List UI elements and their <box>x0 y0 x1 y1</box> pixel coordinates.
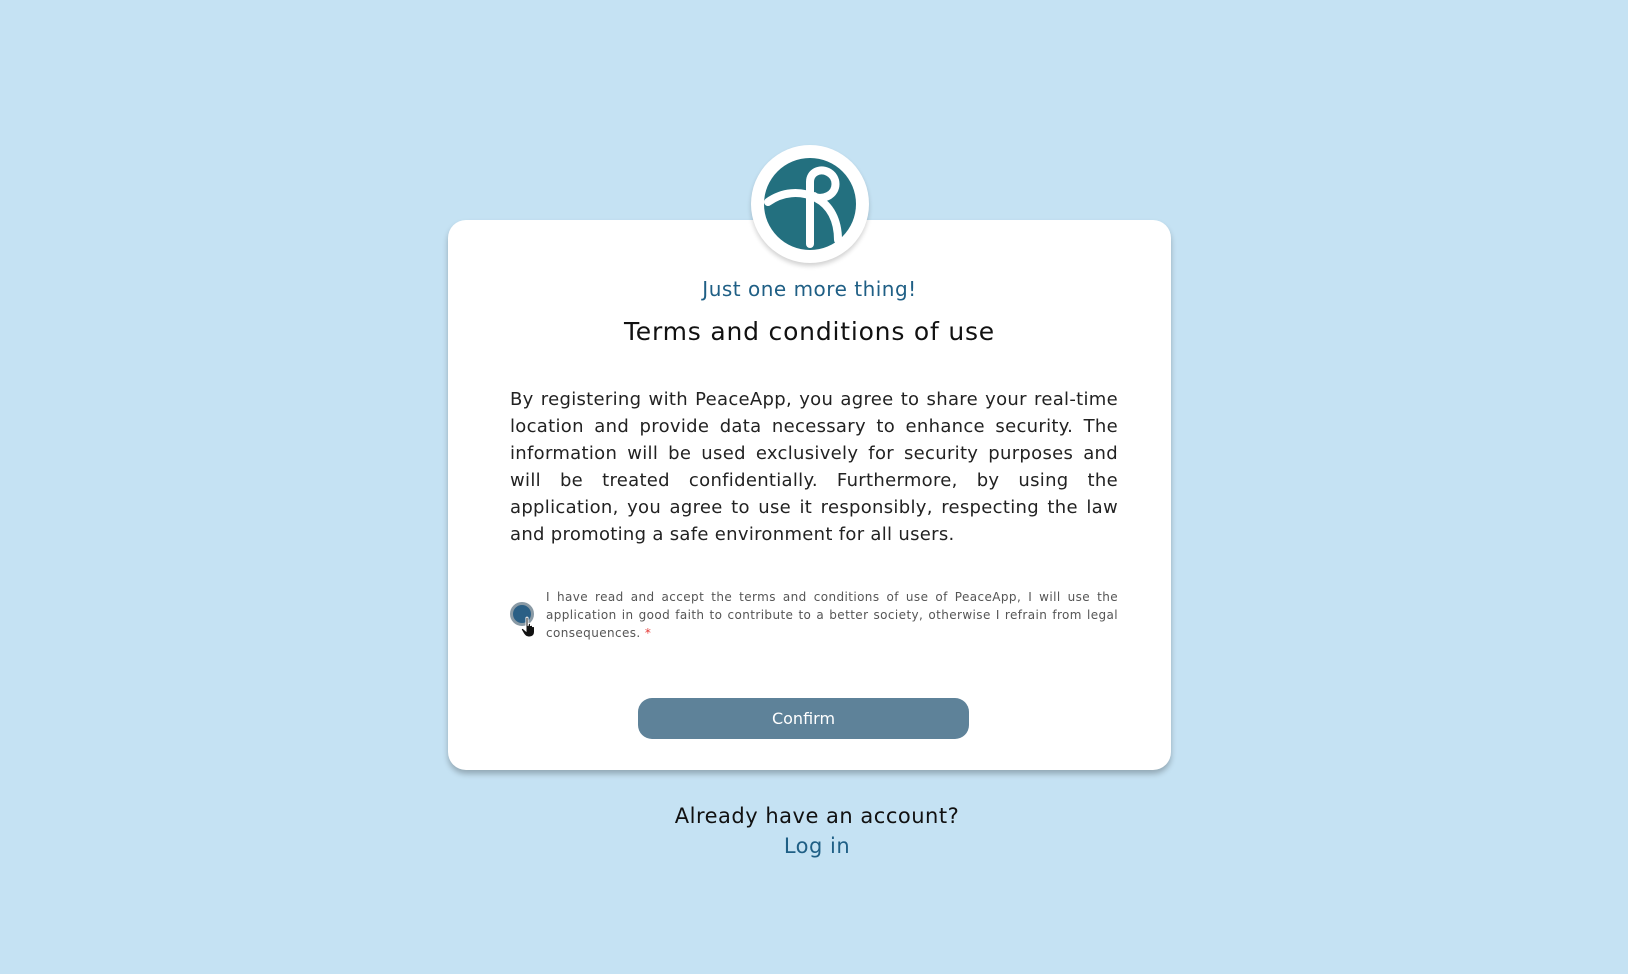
page-title: Terms and conditions of use <box>623 317 995 346</box>
required-marker: * <box>644 626 652 640</box>
confirm-button[interactable]: Confirm <box>638 698 969 739</box>
terms-body: By registering with PeaceApp, you agree … <box>510 389 1118 545</box>
already-have-account-text: Already have an account? <box>674 804 960 828</box>
consent-label: I have read and accept the terms and con… <box>546 590 1118 640</box>
consent-text: I have read and accept the terms and con… <box>546 588 1118 642</box>
peaceapp-logo <box>751 145 869 263</box>
peaceapp-logo-icon <box>764 158 856 250</box>
login-link[interactable]: Log in <box>700 834 934 858</box>
hand-cursor-icon <box>520 616 535 638</box>
card-subtitle: Just one more thing! <box>702 277 917 301</box>
consent-row: I have read and accept the terms and con… <box>510 588 1118 644</box>
